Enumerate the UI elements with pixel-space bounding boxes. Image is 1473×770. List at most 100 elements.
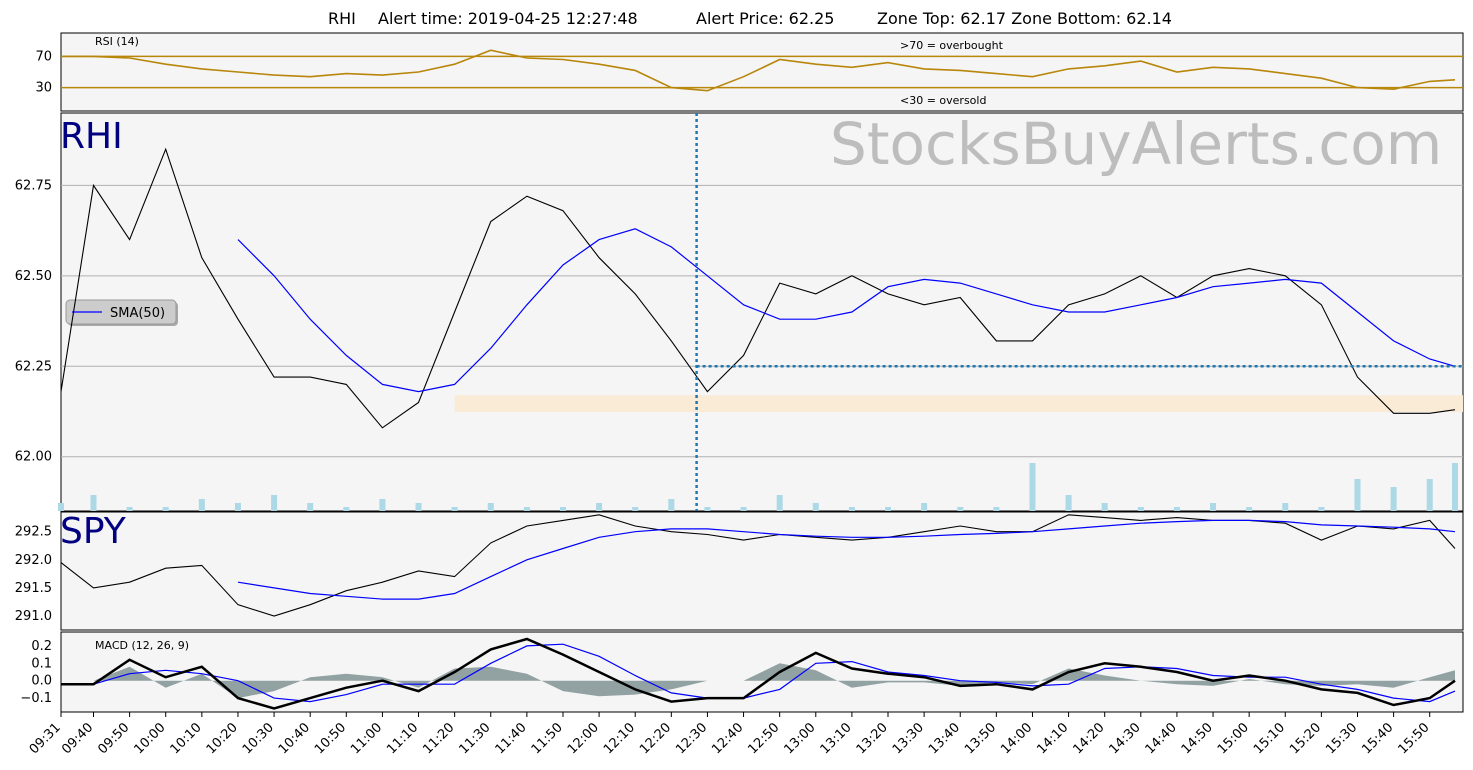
spy-panel (60, 511, 1464, 631)
volume-bar (812, 503, 819, 511)
volume-bar (1029, 463, 1036, 511)
volume-bar (343, 507, 350, 511)
price-y-tick-label: 62.50 (15, 269, 52, 284)
x-tick-label: 14:50 (1179, 720, 1216, 757)
volume-bar (921, 503, 928, 511)
alert-zone-band (454, 395, 1464, 413)
x-tick-label: 12:50 (745, 720, 782, 757)
volume-bar (415, 503, 422, 511)
volume-bar (1390, 487, 1397, 511)
volume-bar (596, 503, 603, 511)
volume-bar (1173, 507, 1180, 511)
volume-bar (379, 499, 386, 511)
volume-bar (957, 507, 964, 511)
x-tick-label: 10:40 (276, 720, 313, 757)
volume-bar (559, 507, 566, 511)
x-tick-label: 12:40 (709, 720, 746, 757)
x-tick-label: 09:50 (95, 720, 132, 757)
header-alert-price: Alert Price: 62.25 (696, 9, 834, 28)
volume-bar (1210, 503, 1217, 511)
rsi-panel (60, 32, 1464, 112)
volume-bar (1246, 507, 1253, 511)
volume-bar (234, 503, 241, 511)
stock-alert-chart: RHI Alert time: 2019-04-25 12:27:48 Aler… (15, 9, 1464, 757)
x-tick-label: 14:00 (998, 720, 1035, 757)
x-tick-label: 12:30 (673, 720, 710, 757)
volume-bar (1318, 507, 1325, 511)
volume-bar (776, 495, 783, 511)
x-tick-label: 15:40 (1359, 720, 1396, 757)
price-y-tick-label: 62.25 (15, 359, 52, 374)
macd-label: MACD (12, 26, 9) (95, 639, 189, 652)
volume-bar (740, 507, 747, 511)
x-tick-label: 11:30 (456, 720, 493, 757)
volume-bar (307, 503, 314, 511)
x-tick-label: 13:00 (782, 720, 819, 757)
volume-bar (1137, 507, 1144, 511)
rsi-overbought-note: >70 = overbought (900, 39, 1004, 52)
volume-bar (885, 507, 892, 511)
macd-y-tick-label: 0.2 (31, 639, 52, 654)
x-tick-label: 11:50 (529, 720, 566, 757)
x-tick-label: 15:50 (1395, 720, 1432, 757)
volume-bar (668, 499, 675, 511)
volume-bar (126, 507, 133, 511)
volume-bar (848, 507, 855, 511)
x-tick-label: 14:20 (1070, 720, 1107, 757)
spy-y-tick-label: 292.5 (15, 525, 52, 540)
volume-bar (1101, 503, 1108, 511)
volume-bar (198, 499, 205, 511)
x-tick-label: 13:20 (854, 720, 891, 757)
volume-bar (1282, 503, 1289, 511)
x-tick-label: 11:10 (384, 720, 421, 757)
spy-y-tick-label: 291.0 (15, 609, 52, 624)
macd-y-tick-label: −0.1 (20, 691, 52, 706)
sma-legend: SMA(50) (65, 299, 178, 326)
x-tick-label: 13:50 (962, 720, 999, 757)
x-tick-label: 10:50 (312, 720, 349, 757)
x-tick-label: 11:00 (348, 720, 385, 757)
header-alert-time: Alert time: 2019-04-25 12:27:48 (378, 9, 638, 28)
price-symbol-label: RHI (60, 116, 123, 157)
spy-y-tick-label: 291.5 (15, 581, 52, 596)
rsi-oversold-note: <30 = oversold (900, 94, 986, 107)
volume-bar (1426, 479, 1433, 511)
spy-symbol-label: SPY (60, 511, 127, 552)
legend-label: SMA(50) (110, 306, 165, 321)
header-zone: Zone Top: 62.17 Zone Bottom: 62.14 (877, 9, 1172, 28)
chart-header: RHI Alert time: 2019-04-25 12:27:48 Aler… (328, 9, 1172, 28)
x-tick-label: 15:10 (1251, 720, 1288, 757)
volume-bar (487, 503, 494, 511)
volume-bar (451, 507, 458, 511)
macd-y-tick-label: 0.1 (31, 656, 52, 671)
x-tick-label: 10:10 (168, 720, 205, 757)
rsi-label: RSI (14) (95, 35, 139, 48)
x-tick-label: 10:20 (204, 720, 241, 757)
volume-bar (1065, 495, 1072, 511)
price-y-tick-label: 62.00 (15, 450, 52, 465)
x-tick-label: 09:31 (27, 720, 64, 757)
header-symbol: RHI (328, 9, 356, 28)
x-tick-label: 14:40 (1143, 720, 1180, 757)
x-tick-label: 15:20 (1287, 720, 1324, 757)
rsi-y-tick-label: 30 (35, 81, 52, 96)
volume-bar (632, 507, 639, 511)
volume-bar (90, 495, 97, 511)
spy-y-tick-label: 292.0 (15, 553, 52, 568)
rsi-y-tick-label: 70 (35, 49, 52, 64)
x-tick-label: 14:10 (1034, 720, 1071, 757)
volume-bar (162, 507, 169, 511)
volume-bar (58, 503, 64, 511)
x-tick-label: 13:10 (818, 720, 855, 757)
x-tick-label: 12:20 (637, 720, 674, 757)
x-tick-label: 10:30 (240, 720, 277, 757)
x-tick-label: 14:30 (1107, 720, 1144, 757)
watermark: StocksBuyAlerts.com (830, 110, 1442, 178)
x-tick-label: 11:20 (420, 720, 457, 757)
price-y-tick-label: 62.75 (15, 178, 52, 193)
volume-bar (1452, 463, 1458, 511)
x-tick-label: 11:40 (493, 720, 530, 757)
x-tick-label: 12:10 (601, 720, 638, 757)
volume-bar (993, 507, 1000, 511)
x-tick-label: 15:00 (1215, 720, 1252, 757)
